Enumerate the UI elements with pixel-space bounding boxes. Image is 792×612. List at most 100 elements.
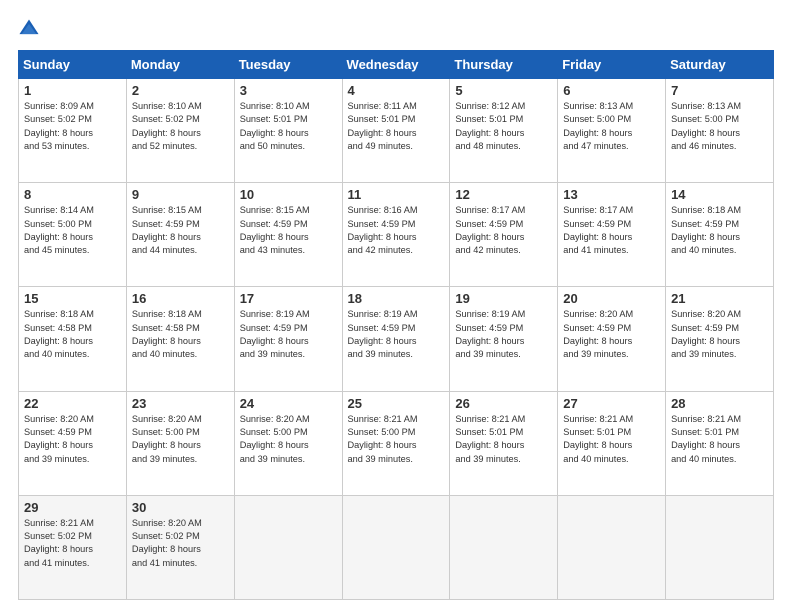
day-info: Sunrise: 8:21 AMSunset: 5:01 PMDaylight:… — [671, 413, 768, 466]
day-info: Sunrise: 8:21 AMSunset: 5:02 PMDaylight:… — [24, 517, 121, 570]
day-info: Sunrise: 8:20 AMSunset: 5:00 PMDaylight:… — [240, 413, 337, 466]
calendar-week-row: 15 Sunrise: 8:18 AMSunset: 4:58 PMDayligh… — [19, 287, 774, 391]
calendar-week-row: 1 Sunrise: 8:09 AMSunset: 5:02 PMDaylight… — [19, 79, 774, 183]
day-info: Sunrise: 8:18 AMSunset: 4:58 PMDaylight:… — [24, 308, 121, 361]
calendar-cell — [450, 495, 558, 599]
calendar-table: SundayMondayTuesdayWednesdayThursdayFrid… — [18, 50, 774, 600]
day-info: Sunrise: 8:17 AMSunset: 4:59 PMDaylight:… — [455, 204, 552, 257]
day-info: Sunrise: 8:17 AMSunset: 4:59 PMDaylight:… — [563, 204, 660, 257]
calendar-weekday-thursday: Thursday — [450, 51, 558, 79]
day-info: Sunrise: 8:13 AMSunset: 5:00 PMDaylight:… — [563, 100, 660, 153]
calendar-week-row: 8 Sunrise: 8:14 AMSunset: 5:00 PMDaylight… — [19, 183, 774, 287]
day-number: 9 — [132, 187, 229, 202]
logo — [18, 18, 42, 40]
day-number: 20 — [563, 291, 660, 306]
day-info: Sunrise: 8:10 AMSunset: 5:02 PMDaylight:… — [132, 100, 229, 153]
calendar-cell — [666, 495, 774, 599]
day-number: 2 — [132, 83, 229, 98]
calendar-cell — [342, 495, 450, 599]
calendar-cell: 22Sunrise: 8:20 AMSunset: 4:59 PMDayligh… — [19, 391, 127, 495]
calendar-weekday-wednesday: Wednesday — [342, 51, 450, 79]
calendar-weekday-monday: Monday — [126, 51, 234, 79]
calendar-cell — [558, 495, 666, 599]
day-number: 26 — [455, 396, 552, 411]
day-number: 28 — [671, 396, 768, 411]
day-number: 4 — [348, 83, 445, 98]
day-info: Sunrise: 8:16 AMSunset: 4:59 PMDaylight:… — [348, 204, 445, 257]
calendar-cell: 19 Sunrise: 8:19 AMSunset: 4:59 PMDayligh… — [450, 287, 558, 391]
day-number: 11 — [348, 187, 445, 202]
day-info: Sunrise: 8:21 AMSunset: 5:00 PMDaylight:… — [348, 413, 445, 466]
day-number: 23 — [132, 396, 229, 411]
day-number: 18 — [348, 291, 445, 306]
day-number: 29 — [24, 500, 121, 515]
calendar-cell: 25 Sunrise: 8:21 AMSunset: 5:00 PMDayligh… — [342, 391, 450, 495]
day-number: 1 — [24, 83, 121, 98]
calendar-cell: 16 Sunrise: 8:18 AMSunset: 4:58 PMDayligh… — [126, 287, 234, 391]
calendar-week-row: 29 Sunrise: 8:21 AMSunset: 5:02 PMDayligh… — [19, 495, 774, 599]
calendar-cell: 14Sunrise: 8:18 AMSunset: 4:59 PMDayligh… — [666, 183, 774, 287]
calendar-cell: 4 Sunrise: 8:11 AMSunset: 5:01 PMDaylight… — [342, 79, 450, 183]
calendar-cell: 13 Sunrise: 8:17 AMSunset: 4:59 PMDayligh… — [558, 183, 666, 287]
day-info: Sunrise: 8:19 AMSunset: 4:59 PMDaylight:… — [240, 308, 337, 361]
day-number: 12 — [455, 187, 552, 202]
day-info: Sunrise: 8:20 AMSunset: 5:00 PMDaylight:… — [132, 413, 229, 466]
calendar-cell: 17 Sunrise: 8:19 AMSunset: 4:59 PMDayligh… — [234, 287, 342, 391]
day-number: 5 — [455, 83, 552, 98]
day-info: Sunrise: 8:18 AMSunset: 4:59 PMDaylight:… — [671, 204, 768, 257]
day-info: Sunrise: 8:20 AMSunset: 4:59 PMDaylight:… — [24, 413, 121, 466]
calendar-cell: 29 Sunrise: 8:21 AMSunset: 5:02 PMDayligh… — [19, 495, 127, 599]
day-number: 8 — [24, 187, 121, 202]
day-number: 27 — [563, 396, 660, 411]
calendar-cell: 8 Sunrise: 8:14 AMSunset: 5:00 PMDaylight… — [19, 183, 127, 287]
day-number: 25 — [348, 396, 445, 411]
day-info: Sunrise: 8:15 AMSunset: 4:59 PMDaylight:… — [240, 204, 337, 257]
calendar-cell: 21 Sunrise: 8:20 AMSunset: 4:59 PMDayligh… — [666, 287, 774, 391]
day-number: 6 — [563, 83, 660, 98]
generalblue-icon — [18, 18, 40, 40]
day-info: Sunrise: 8:11 AMSunset: 5:01 PMDaylight:… — [348, 100, 445, 153]
day-info: Sunrise: 8:20 AMSunset: 4:59 PMDaylight:… — [563, 308, 660, 361]
calendar-cell: 18 Sunrise: 8:19 AMSunset: 4:59 PMDayligh… — [342, 287, 450, 391]
calendar-cell: 27Sunrise: 8:21 AMSunset: 5:01 PMDayligh… — [558, 391, 666, 495]
day-number: 21 — [671, 291, 768, 306]
calendar-cell: 6 Sunrise: 8:13 AMSunset: 5:00 PMDaylight… — [558, 79, 666, 183]
day-number: 15 — [24, 291, 121, 306]
day-number: 7 — [671, 83, 768, 98]
calendar-cell: 26Sunrise: 8:21 AMSunset: 5:01 PMDayligh… — [450, 391, 558, 495]
calendar-cell: 2 Sunrise: 8:10 AMSunset: 5:02 PMDaylight… — [126, 79, 234, 183]
calendar-cell: 10 Sunrise: 8:15 AMSunset: 4:59 PMDayligh… — [234, 183, 342, 287]
day-number: 3 — [240, 83, 337, 98]
day-number: 16 — [132, 291, 229, 306]
day-info: Sunrise: 8:15 AMSunset: 4:59 PMDaylight:… — [132, 204, 229, 257]
calendar-cell: 15 Sunrise: 8:18 AMSunset: 4:58 PMDayligh… — [19, 287, 127, 391]
calendar-cell: 5Sunrise: 8:12 AMSunset: 5:01 PMDaylight… — [450, 79, 558, 183]
calendar-cell — [234, 495, 342, 599]
calendar-cell: 24 Sunrise: 8:20 AMSunset: 5:00 PMDayligh… — [234, 391, 342, 495]
day-info: Sunrise: 8:13 AMSunset: 5:00 PMDaylight:… — [671, 100, 768, 153]
day-info: Sunrise: 8:19 AMSunset: 4:59 PMDaylight:… — [348, 308, 445, 361]
day-number: 24 — [240, 396, 337, 411]
calendar-cell: 1 Sunrise: 8:09 AMSunset: 5:02 PMDaylight… — [19, 79, 127, 183]
day-info: Sunrise: 8:18 AMSunset: 4:58 PMDaylight:… — [132, 308, 229, 361]
day-number: 19 — [455, 291, 552, 306]
calendar-cell: 23 Sunrise: 8:20 AMSunset: 5:00 PMDayligh… — [126, 391, 234, 495]
day-number: 10 — [240, 187, 337, 202]
day-info: Sunrise: 8:19 AMSunset: 4:59 PMDaylight:… — [455, 308, 552, 361]
calendar-weekday-saturday: Saturday — [666, 51, 774, 79]
calendar-cell: 9 Sunrise: 8:15 AMSunset: 4:59 PMDaylight… — [126, 183, 234, 287]
calendar-cell: 11 Sunrise: 8:16 AMSunset: 4:59 PMDayligh… — [342, 183, 450, 287]
page-header — [18, 18, 774, 40]
calendar-weekday-tuesday: Tuesday — [234, 51, 342, 79]
day-info: Sunrise: 8:10 AMSunset: 5:01 PMDaylight:… — [240, 100, 337, 153]
day-info: Sunrise: 8:14 AMSunset: 5:00 PMDaylight:… — [24, 204, 121, 257]
day-info: Sunrise: 8:20 AMSunset: 4:59 PMDaylight:… — [671, 308, 768, 361]
calendar-cell: 7 Sunrise: 8:13 AMSunset: 5:00 PMDaylight… — [666, 79, 774, 183]
calendar-weekday-friday: Friday — [558, 51, 666, 79]
calendar-header-row: SundayMondayTuesdayWednesdayThursdayFrid… — [19, 51, 774, 79]
calendar-weekday-sunday: Sunday — [19, 51, 127, 79]
calendar-cell: 3 Sunrise: 8:10 AMSunset: 5:01 PMDaylight… — [234, 79, 342, 183]
day-number: 13 — [563, 187, 660, 202]
day-info: Sunrise: 8:09 AMSunset: 5:02 PMDaylight:… — [24, 100, 121, 153]
day-number: 17 — [240, 291, 337, 306]
